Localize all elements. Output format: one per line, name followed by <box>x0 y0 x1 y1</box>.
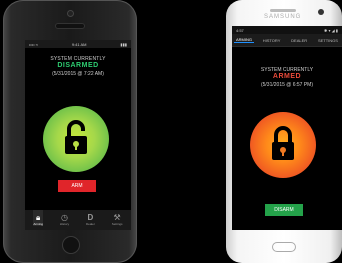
carrier-signal: •••• ≈ <box>29 41 38 47</box>
galaxy-screen: 4:57 ✱ ▾ ◢ ▮ ARMING HISTORY DEALER SETTI… <box>232 26 342 230</box>
lock-icon: 🔒︎ <box>36 213 41 222</box>
tab-label: Settings <box>111 222 123 226</box>
disarm-button[interactable]: DISARM <box>265 204 303 216</box>
tab-arming[interactable]: 🔒︎ Arming <box>33 210 43 226</box>
home-button[interactable] <box>272 242 296 252</box>
tab-settings[interactable]: ⚒︎ Settings <box>112 210 123 226</box>
top-tab-bar: ARMING HISTORY DEALER SETTINGS <box>232 34 342 47</box>
wrench-icon: ⚒︎ <box>113 213 121 222</box>
locked-padlock-icon <box>272 126 294 160</box>
bottom-tab-bar: 🔒︎ Arming ◷ History D Dealer ⚒︎ Settings <box>25 210 131 230</box>
tab-dealer[interactable]: D Dealer <box>86 210 95 226</box>
tab-settings[interactable]: SETTINGS <box>316 38 340 43</box>
tab-arming[interactable]: ARMING <box>234 37 254 43</box>
tab-label: Dealer <box>86 222 95 226</box>
status-bar: 4:57 ✱ ▾ ◢ ▮ <box>232 26 342 34</box>
state-timestamp: (5/31/2015 @ 7:22 AM) <box>52 71 104 77</box>
tab-label: History <box>59 222 70 226</box>
iphone-screen: •••• ≈ 9:41 AM ▮▮▮ SYSTEM CURRENTLY DISA… <box>25 40 131 230</box>
tab-history[interactable]: ◷ History <box>60 210 69 226</box>
status-time: 9:41 AM <box>71 41 87 47</box>
system-state: ARMED <box>272 73 302 80</box>
front-camera <box>318 9 324 15</box>
brand-logo: SAMSUNG <box>264 14 302 20</box>
state-timestamp: (5/31/2015 @ 6:57 PM) <box>260 82 314 88</box>
system-state: DISARMED <box>57 62 99 69</box>
clock-icon: ◷ <box>60 213 68 222</box>
arm-button[interactable]: ARM <box>58 180 96 192</box>
status-bar: •••• ≈ 9:41 AM ▮▮▮ <box>25 40 131 48</box>
earpiece-speaker <box>270 9 296 12</box>
battery-icon: ▮▮▮ <box>120 41 127 47</box>
status-time: 4:57 <box>236 27 244 33</box>
status-indicator-circle <box>250 112 316 178</box>
galaxy-device: SAMSUNG 4:57 ✱ ▾ ◢ ▮ ARMING HISTORY DEAL… <box>226 0 342 263</box>
status-indicator-circle <box>43 106 109 172</box>
front-camera <box>67 10 74 17</box>
iphone-device: •••• ≈ 9:41 AM ▮▮▮ SYSTEM CURRENTLY DISA… <box>3 0 137 263</box>
dealer-icon: D <box>87 213 94 222</box>
tab-history[interactable]: HISTORY <box>261 38 283 43</box>
home-button[interactable] <box>62 236 80 254</box>
tab-label: Arming <box>33 222 43 226</box>
status-icons: ✱ ▾ ◢ ▮ <box>324 27 338 33</box>
unlocked-padlock-icon <box>65 120 87 154</box>
earpiece-speaker <box>55 23 85 29</box>
tab-dealer[interactable]: DEALER <box>289 38 309 43</box>
